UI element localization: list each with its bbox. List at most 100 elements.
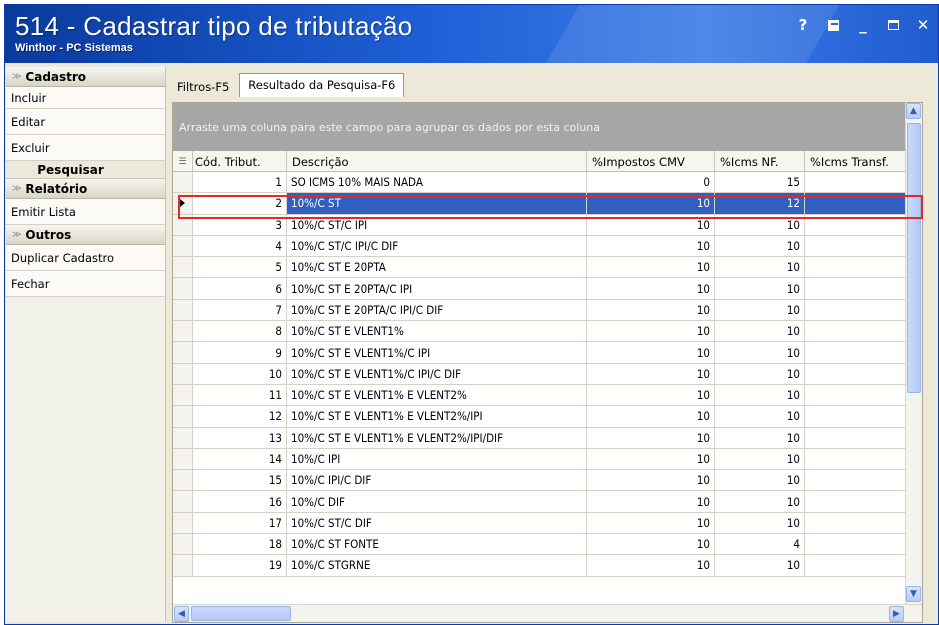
column-header-icms-transf[interactable]: %Icms Transf.	[805, 151, 916, 172]
table-row[interactable]: 7 10%/C ST E 20PTA/C IPI/C DIF 10 10	[173, 299, 920, 322]
cell-icms-transf[interactable]	[805, 406, 916, 427]
cell-descricao[interactable]: 10%/C ST E VLENT1%/C IPI	[287, 342, 587, 363]
cell-descricao[interactable]: SO ICMS 10% MAIS NADA	[287, 172, 587, 193]
cell-icms-transf[interactable]	[805, 427, 916, 448]
cell-impostos-cmv[interactable]: 10	[587, 470, 715, 491]
row-selector[interactable]	[173, 172, 193, 193]
cell-impostos-cmv[interactable]: 10	[587, 534, 715, 555]
cell-descricao[interactable]: 10%/C ST	[287, 193, 587, 214]
cell-cod[interactable]: 7	[193, 299, 287, 321]
cell-impostos-cmv[interactable]: 10	[587, 448, 715, 470]
column-header-icms-nf[interactable]: %Icms NF.	[715, 151, 805, 172]
cell-icms-nf[interactable]: 10	[715, 257, 805, 278]
cell-icms-transf[interactable]	[805, 363, 916, 384]
sidebar-item-excluir[interactable]: Excluir	[6, 135, 165, 161]
tab-filtros[interactable]: Filtros-F5	[171, 77, 235, 97]
cell-icms-transf[interactable]: 1	[805, 448, 916, 470]
cell-descricao[interactable]: 10%/C ST E VLENT1%/C IPI/C DIF	[287, 363, 587, 384]
horizontal-scrollbar[interactable]: ◀ ▶	[173, 604, 922, 622]
cell-cod[interactable]: 16	[193, 491, 287, 512]
cell-cod[interactable]: 17	[193, 512, 287, 534]
cell-descricao[interactable]: 10%/C STGRNE	[287, 555, 587, 576]
cell-cod[interactable]: 3	[193, 214, 287, 235]
table-row[interactable]: 1410%/C IPI10101	[173, 448, 920, 471]
table-row[interactable]: 15 10%/C IPI/C DIF 10 10	[173, 470, 920, 492]
cell-cod[interactable]: 19	[193, 555, 287, 576]
table-row[interactable]: 16 10%/C DIF 10 10	[173, 491, 920, 513]
column-header-impostos-cmv[interactable]: %Impostos CMV	[587, 151, 715, 172]
row-selector[interactable]	[173, 299, 193, 321]
cell-icms-transf[interactable]	[805, 470, 916, 491]
sidebar-item-pesquisar[interactable]: Pesquisar	[6, 161, 165, 179]
sidebar-item-incluir[interactable]: Incluir	[6, 87, 165, 109]
cell-cod[interactable]: 9	[193, 342, 287, 363]
cell-icms-transf[interactable]	[805, 555, 916, 576]
sidebar-item-emitir-lista[interactable]: Emitir Lista	[6, 199, 165, 225]
cell-descricao[interactable]: 10%/C ST E VLENT1% E VLENT2%	[287, 384, 587, 406]
horizontal-scroll-thumb[interactable]	[191, 606, 291, 621]
tab-resultado[interactable]: Resultado da Pesquisa-F6	[239, 73, 405, 97]
table-row[interactable]: 5 10%/C ST E 20PTA 10 10	[173, 257, 920, 279]
row-selector[interactable]	[173, 491, 193, 512]
cell-descricao[interactable]: 10%/C ST E VLENT1% E VLENT2%/IPI/DIF	[287, 427, 587, 448]
cell-icms-nf[interactable]: 10	[715, 448, 805, 470]
cell-impostos-cmv[interactable]: 10	[587, 214, 715, 235]
cell-impostos-cmv[interactable]: 10	[587, 321, 715, 342]
cell-descricao[interactable]: 10%/C IPI	[287, 448, 587, 470]
restore-button[interactable]	[820, 14, 846, 36]
cell-cod[interactable]: 12	[193, 406, 287, 427]
vertical-scrollbar[interactable]: ▲ ▼	[905, 103, 922, 604]
sidebar-item-duplicar-cadastro[interactable]: Duplicar Cadastro	[6, 245, 165, 271]
section-outros-header[interactable]: ≫ Outros	[6, 225, 165, 245]
row-selector[interactable]	[173, 278, 193, 299]
cell-icms-nf[interactable]: 10	[715, 235, 805, 257]
cell-impostos-cmv[interactable]: 10	[587, 363, 715, 384]
cell-icms-nf[interactable]: 10	[715, 427, 805, 448]
cell-impostos-cmv[interactable]: 10	[587, 491, 715, 512]
cell-descricao[interactable]: 10%/C IPI/C DIF	[287, 470, 587, 491]
cell-impostos-cmv[interactable]: 10	[587, 257, 715, 278]
cell-impostos-cmv[interactable]: 10	[587, 342, 715, 363]
cell-cod[interactable]: 13	[193, 427, 287, 448]
cell-descricao[interactable]: 10%/C ST E 20PTA/C IPI/C DIF	[287, 299, 587, 321]
cell-impostos-cmv[interactable]: 10	[587, 235, 715, 257]
row-selector[interactable]	[173, 363, 193, 384]
sidebar-item-editar[interactable]: Editar	[6, 109, 165, 135]
cell-icms-nf[interactable]: 10	[715, 470, 805, 491]
cell-descricao[interactable]: 10%/C ST E 20PTA/C IPI	[287, 278, 587, 299]
cell-impostos-cmv[interactable]: 10	[587, 427, 715, 448]
cell-cod[interactable]: 4	[193, 235, 287, 257]
cell-icms-nf[interactable]: 12	[715, 193, 805, 214]
table-row[interactable]: 13 10%/C ST E VLENT1% E VLENT2%/IPI/DIF 10…	[173, 427, 920, 449]
cell-impostos-cmv[interactable]: 0	[587, 172, 715, 193]
row-selector[interactable]	[173, 342, 193, 363]
column-header-descricao[interactable]: Descrição	[287, 151, 587, 172]
cell-cod[interactable]: 11	[193, 384, 287, 406]
cell-impostos-cmv[interactable]: 10	[587, 299, 715, 321]
cell-icms-nf[interactable]: 10	[715, 491, 805, 512]
title-bar[interactable]: 514 - Cadastrar tipo de tributação Winth…	[5, 5, 938, 85]
close-button[interactable]: ✕	[910, 14, 936, 36]
table-row[interactable]: 3 10%/C ST/C IPI 10 10	[173, 214, 920, 236]
table-row[interactable]: 1 SO ICMS 10% MAIS NADA 0 15	[173, 172, 920, 194]
cell-icms-nf[interactable]: 10	[715, 299, 805, 321]
cell-cod[interactable]: 8	[193, 321, 287, 342]
row-selector[interactable]	[173, 470, 193, 491]
help-button[interactable]: ?	[790, 14, 816, 36]
cell-cod[interactable]: 10	[193, 363, 287, 384]
row-selector[interactable]	[173, 384, 193, 406]
cell-descricao[interactable]: 10%/C ST E VLENT1% E VLENT2%/IPI	[287, 406, 587, 427]
cell-impostos-cmv[interactable]: 10	[587, 193, 715, 214]
section-cadastro-header[interactable]: ≫ Cadastro	[6, 67, 165, 87]
cell-icms-transf[interactable]	[805, 193, 916, 214]
cell-icms-transf[interactable]	[805, 321, 916, 342]
minimize-button[interactable]: _	[850, 14, 876, 36]
sidebar-item-fechar[interactable]: Fechar	[6, 271, 165, 297]
cell-icms-nf[interactable]: 10	[715, 555, 805, 576]
cell-icms-transf[interactable]	[805, 172, 916, 193]
group-by-area[interactable]: Arraste uma coluna para este campo para …	[173, 103, 920, 151]
row-selector[interactable]	[173, 257, 193, 278]
cell-icms-transf[interactable]	[805, 214, 916, 235]
cell-icms-transf[interactable]	[805, 342, 916, 363]
cell-icms-transf[interactable]	[805, 278, 916, 299]
